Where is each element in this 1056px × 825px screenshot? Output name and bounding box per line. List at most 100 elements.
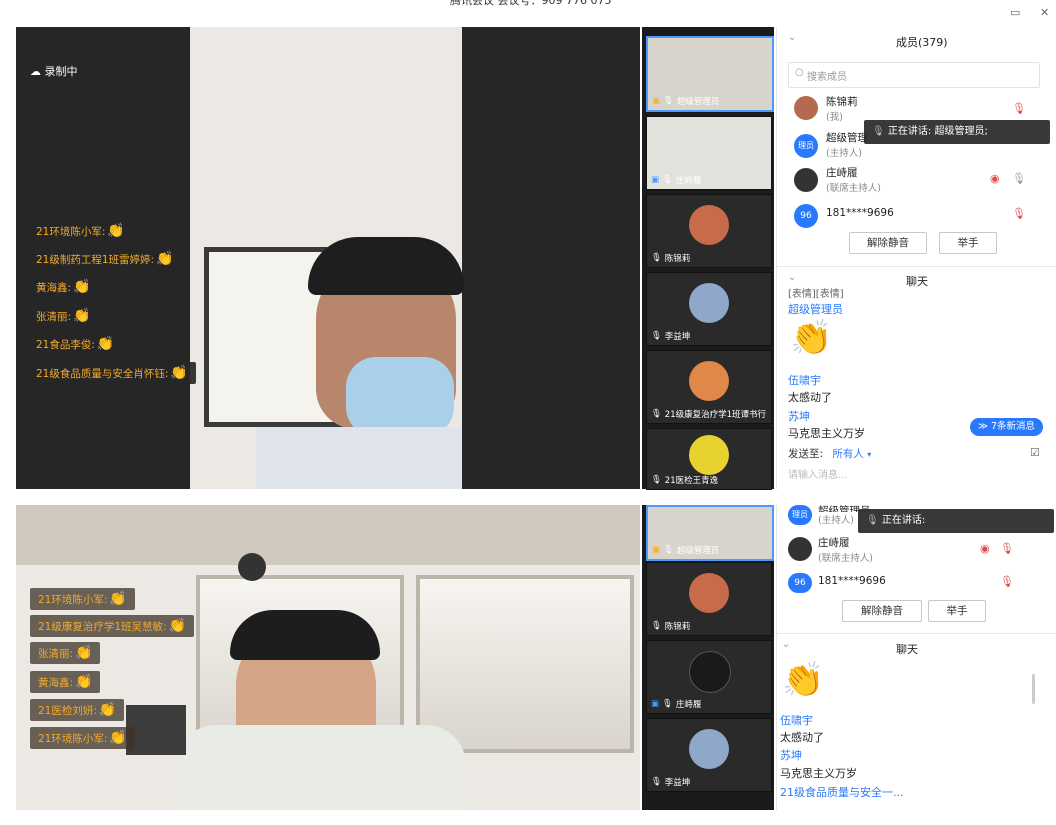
main-video-bottom: 21环境陈小军: 👏 21级康复治疗学1班吴慧敏: 👏 张清丽: 👏 黄海鑫: 👏 21… (16, 505, 640, 810)
eye-icon[interactable]: ◉ (990, 172, 1000, 185)
members-title: 成员(379) (896, 36, 948, 49)
avatar (689, 361, 729, 401)
chat-sender: 伍啸宇 (780, 714, 813, 727)
chat-sender: 21级食品质量与安全一... (780, 786, 904, 799)
close-icon[interactable]: ✕ (1040, 0, 1049, 26)
unmute-button[interactable]: 解除静音 (849, 232, 927, 254)
bookshelf (416, 575, 634, 753)
mic-icon: 🎙 (866, 515, 879, 526)
raise-hand-button[interactable]: 举手 (939, 232, 997, 254)
member-row[interactable]: 超级管理 (主持人) (826, 130, 868, 159)
minimize-icon[interactable]: ▭ (1010, 0, 1020, 26)
avatar (794, 168, 818, 192)
avatar (788, 537, 812, 561)
chat-sender: 伍啸宇 (788, 374, 821, 387)
clap-icon: 👏 (168, 618, 187, 634)
mic-icon[interactable]: 🎙 (1012, 172, 1026, 185)
reaction-chip: 21环境陈小军: 👏 (30, 727, 135, 749)
meeting-title: 腾讯会议 会议号：909 776 075 (450, 0, 612, 7)
window-title-bar: 腾讯会议 会议号：909 776 075 ▭ ✕ (0, 0, 1056, 26)
clap-icon: 👏 (170, 365, 188, 381)
clap-icon: 👏 (109, 730, 127, 746)
reaction-chip: 21级食品质量与安全肖怀钰: 👏 (28, 362, 196, 384)
thumb-video[interactable]: ▣ 🎙 庄峙履 (646, 640, 772, 714)
thumb-video[interactable]: 🎙 李益坤 (646, 718, 772, 792)
reaction-chip: 21级制药工程1班雷婷婷: 👏 (28, 248, 182, 270)
member-row[interactable]: 庄峙履 (联席主持人) (818, 535, 873, 564)
avatar (689, 435, 729, 475)
thumb-video[interactable]: ▣ 🎙 庄峙履 (646, 116, 772, 190)
mic-muted-icon: 🎙 (651, 621, 662, 631)
thumb-video[interactable]: 🎙 21医检王青逸 (646, 428, 772, 490)
speaker-hair (230, 610, 380, 660)
clap-icon: 👏 (75, 674, 93, 690)
monitor (126, 705, 186, 755)
camera-icon: ▣ (651, 699, 660, 709)
caret-down-icon: ▾ (867, 450, 872, 459)
checkbox-icon[interactable]: ☑ (1030, 446, 1040, 459)
mic-muted-icon: 🎙 (651, 331, 662, 341)
camera-icon: ▣ (652, 545, 661, 555)
avatar (689, 651, 731, 693)
send-to[interactable]: 发送至: 所有人 ▾ (788, 446, 871, 461)
member-search-input[interactable]: ○ 搜索成员 (788, 62, 1040, 88)
camera-icon: ▣ (651, 175, 660, 185)
member-row[interactable]: 181****9696 (826, 207, 894, 219)
member-row[interactable]: 庄峙履 (联席主持人) (826, 165, 881, 194)
thumb-video[interactable]: ▣ 🎙 超级管理员 (646, 36, 774, 112)
mic-muted-icon: 🎙 (651, 409, 662, 419)
chevron-down-icon[interactable]: ⌄ (788, 32, 796, 43)
clap-icon: 👏 (156, 251, 174, 267)
chat-title: 聊天 (906, 275, 928, 288)
reaction-chip: 21医检刘妍: 👏 (30, 699, 125, 721)
mic-muted-icon: 🎙 (651, 253, 662, 263)
reaction-chip: 21环境陈小军: 👏 (28, 220, 133, 242)
mic-icon: 🎙 (662, 175, 673, 185)
reaction-chip: 黄海鑫: 👏 (30, 671, 101, 693)
chat-scrollbar[interactable] (1032, 674, 1035, 704)
chat-input[interactable]: 请输入消息... (788, 466, 848, 481)
mic-off-icon[interactable]: 🎙 (1000, 575, 1014, 588)
clap-sticker: 👏 (782, 660, 825, 700)
speaker-shirt (176, 725, 466, 810)
face-mask (346, 357, 454, 437)
unmute-button[interactable]: 解除静音 (842, 600, 922, 622)
mic-off-icon[interactable]: 🎙 (1012, 102, 1026, 115)
mic-off-icon[interactable]: 🎙 (1000, 542, 1014, 555)
chat-message: 太感动了 (780, 731, 824, 744)
chat-message: 马克思主义万岁 (780, 767, 857, 780)
chat-sender: 超级管理员 (788, 303, 843, 316)
chevron-down-icon[interactable]: ⌄ (788, 272, 796, 283)
new-messages-button[interactable]: ≫ 7条新消息 (970, 418, 1044, 436)
clap-icon: 👏 (107, 223, 125, 239)
thumb-video[interactable]: 🎙 陈锦莉 (646, 562, 772, 636)
reaction-chip: 张清丽: 👏 (30, 642, 101, 664)
divider (776, 633, 1056, 634)
thumb-video[interactable]: 🎙 21级康复治疗学1班谭书行 (646, 350, 772, 424)
mic-off-icon[interactable]: 🎙 (1012, 207, 1026, 220)
clap-sticker: 👏 (790, 318, 833, 358)
raise-hand-button[interactable]: 举手 (928, 600, 986, 622)
eye-icon[interactable]: ◉ (980, 542, 990, 555)
avatar (794, 96, 818, 120)
avatar-badge: 理员 (788, 505, 812, 525)
mic-muted-icon: 🎙 (651, 777, 662, 787)
clap-icon: 👏 (73, 279, 91, 295)
main-video-top: ☁ 录制中 21环境陈小军: 👏 21级制药工程1班雷婷婷: 👏 黄海鑫: 👏 张清丽… (16, 27, 640, 489)
members-header: ⌄ 成员(379) (788, 32, 1050, 50)
member-row[interactable]: 陈锦莉 (我) (826, 94, 858, 123)
mic-muted-icon: 🎙 (662, 699, 673, 709)
avatar (689, 283, 729, 323)
member-row[interactable]: 181****9696 (818, 575, 886, 587)
thumb-video[interactable]: ▣ 🎙 超级管理员 (646, 505, 774, 561)
chevron-down-icon[interactable]: ⌄ (782, 639, 790, 650)
mic-icon: 🎙 (663, 96, 674, 106)
reaction-chip: 张清丽: 👏 (28, 305, 99, 327)
search-icon: ○ (795, 67, 804, 78)
clap-icon: 👏 (75, 645, 93, 661)
thumb-video[interactable]: 🎙 李益坤 (646, 272, 772, 346)
speaking-indicator: 🎙 正在讲话: (858, 509, 1054, 533)
thumb-video[interactable]: 🎙 陈锦莉 (646, 194, 772, 268)
mic-icon: 🎙 (663, 545, 674, 555)
camera-icon: ▣ (652, 96, 661, 106)
